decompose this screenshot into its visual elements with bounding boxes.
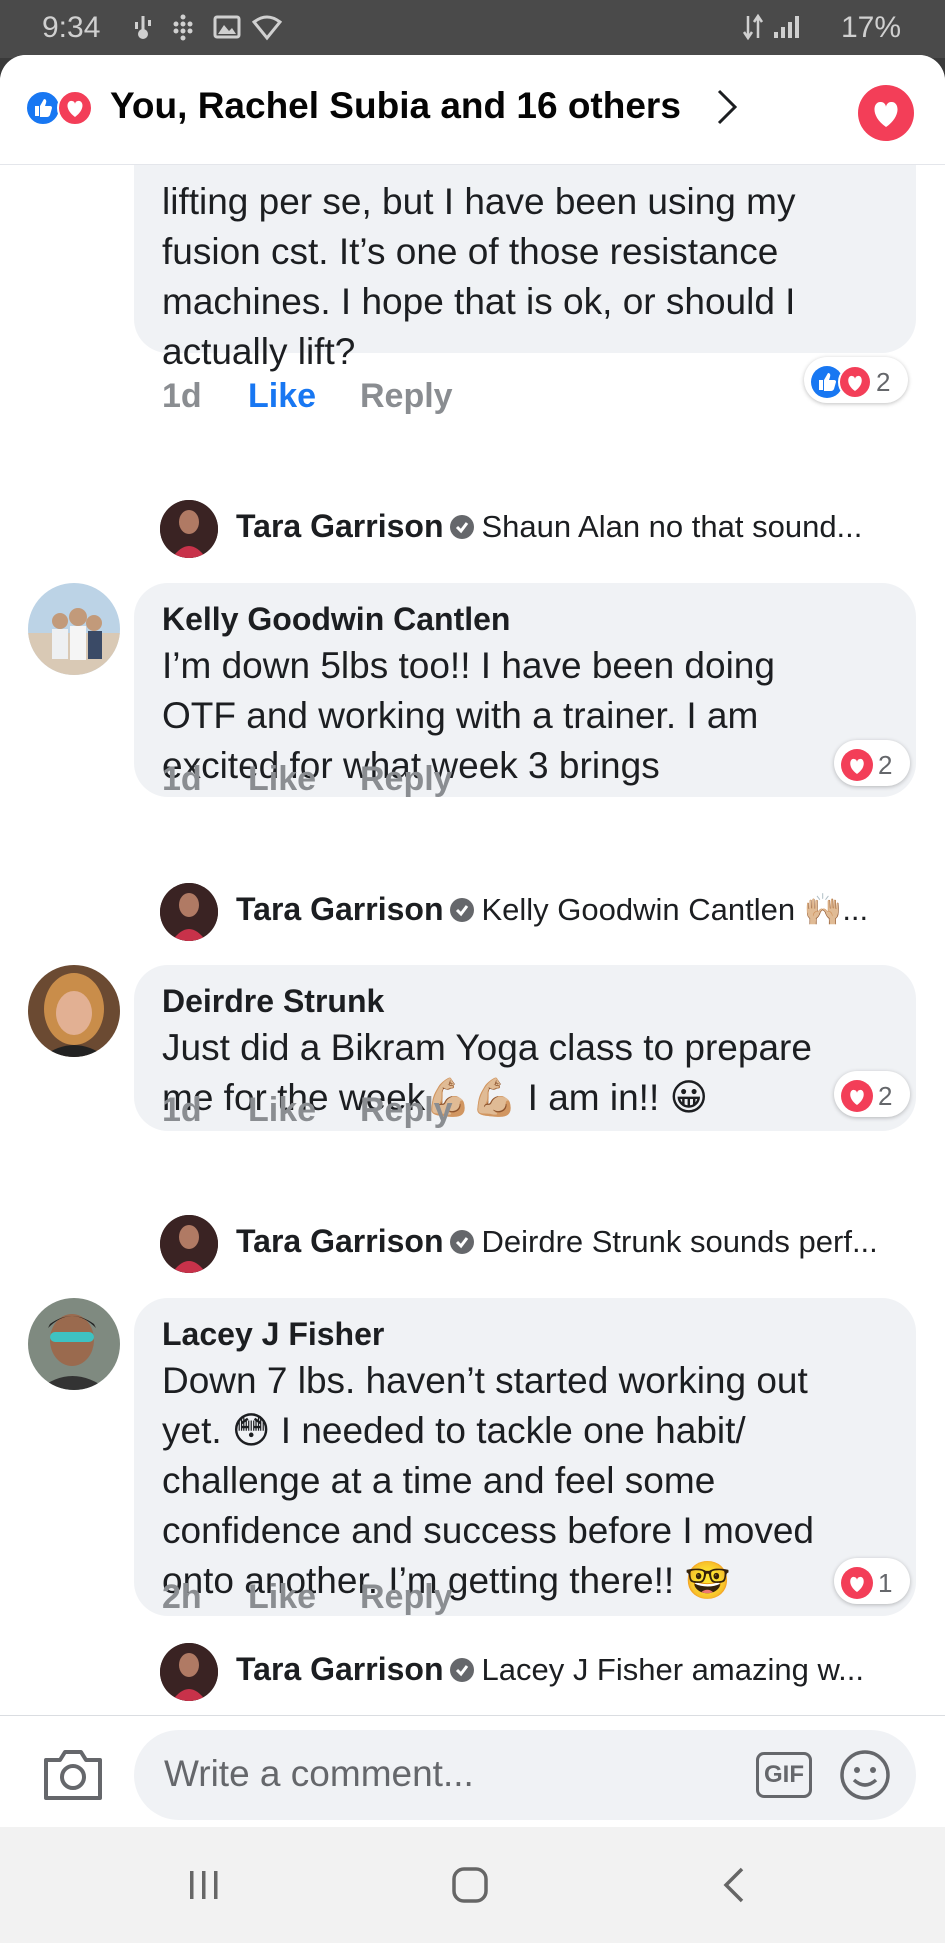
comment-text-line: Just did a Bikram Yoga class to prepare bbox=[162, 1027, 812, 1068]
reply-preview[interactable]: Tara Garrison Shaun Alan no that sound... bbox=[236, 508, 862, 545]
comment-composer: GIF bbox=[0, 1715, 945, 1827]
comment-author[interactable]: Lacey J Fisher bbox=[162, 1312, 890, 1356]
avatar[interactable] bbox=[160, 500, 218, 558]
comment-text-line: OTF and working with a trainer. I am bbox=[162, 695, 759, 736]
grid-dots-icon bbox=[173, 14, 193, 41]
like-button[interactable]: Like bbox=[248, 760, 316, 799]
recent-apps-icon[interactable] bbox=[180, 1861, 228, 1909]
status-time: 9:34 bbox=[42, 11, 101, 44]
home-icon[interactable] bbox=[446, 1861, 494, 1909]
reply-button[interactable]: Reply bbox=[360, 1578, 453, 1617]
comment-author[interactable]: Deirdre Strunk bbox=[162, 979, 890, 1023]
like-button[interactable]: Like bbox=[248, 1578, 316, 1617]
love-icon bbox=[838, 365, 872, 399]
comment-time: 1d bbox=[162, 377, 202, 415]
reply-preview[interactable]: Tara Garrison Lacey J Fisher amazing w... bbox=[236, 1651, 864, 1688]
reaction-count: 2 bbox=[878, 749, 893, 780]
chevron-right-icon[interactable] bbox=[714, 87, 740, 127]
back-icon[interactable] bbox=[712, 1861, 760, 1909]
signal-icon bbox=[774, 16, 799, 38]
android-nav-bar bbox=[0, 1827, 945, 1943]
reply-text: Deirdre Strunk sounds perf... bbox=[481, 1224, 878, 1259]
comment-bubble: Lacey J Fisher Down 7 lbs. haven’t start… bbox=[134, 1298, 916, 1616]
reply-author[interactable]: Tara Garrison bbox=[236, 508, 443, 544]
comment-text-line: challenge at a time and feel some bbox=[162, 1460, 716, 1501]
comment-time: 2h bbox=[162, 1578, 202, 1616]
comment-text-line: lifting per se, but I have been using my bbox=[162, 181, 796, 222]
like-icon bbox=[25, 90, 61, 126]
comment-box[interactable]: GIF bbox=[134, 1730, 916, 1820]
verified-badge-icon bbox=[450, 515, 475, 539]
reply-button[interactable]: Reply bbox=[360, 377, 453, 416]
heart-icon[interactable] bbox=[858, 85, 914, 141]
reply-author[interactable]: Tara Garrison bbox=[236, 1651, 443, 1687]
love-icon bbox=[841, 1080, 873, 1112]
reaction-count: 1 bbox=[878, 1567, 893, 1598]
love-icon bbox=[57, 90, 93, 126]
reply-text: Shaun Alan no that sound... bbox=[481, 509, 863, 544]
verified-badge-icon bbox=[450, 898, 475, 922]
reply-button[interactable]: Reply bbox=[360, 760, 453, 799]
smiley-icon[interactable] bbox=[838, 1748, 892, 1802]
reactions-summary-text[interactable]: You, Rachel Subia and 16 others bbox=[110, 85, 681, 127]
reaction-count: 2 bbox=[878, 1080, 893, 1111]
reply-text: Kelly Goodwin Cantlen 🙌🏼... bbox=[481, 892, 869, 927]
reaction-count-badge[interactable]: 2 bbox=[834, 1071, 910, 1117]
reply-author[interactable]: Tara Garrison bbox=[236, 891, 443, 927]
status-bar: 9:34 17% bbox=[0, 0, 945, 58]
love-icon bbox=[841, 749, 873, 781]
reply-text: Lacey J Fisher amazing w... bbox=[481, 1652, 864, 1687]
comment-author[interactable]: Kelly Goodwin Cantlen bbox=[162, 597, 890, 641]
comments-list[interactable]: lifting per se, but I have been using my… bbox=[0, 165, 945, 1715]
image-icon bbox=[213, 15, 241, 39]
comments-sheet: You, Rachel Subia and 16 others lifting … bbox=[0, 55, 945, 1943]
comment-text-line: fusion cst. It’s one of those resistance bbox=[162, 231, 779, 272]
reply-button[interactable]: Reply bbox=[360, 1091, 453, 1130]
comment-text-line: I’m down 5lbs too!! I have been doing bbox=[162, 645, 775, 686]
comment-input[interactable] bbox=[164, 1748, 724, 1800]
love-icon bbox=[841, 1567, 873, 1599]
like-button[interactable]: Like bbox=[248, 377, 316, 416]
avatar[interactable] bbox=[160, 883, 218, 941]
reaction-count-badge[interactable]: 1 bbox=[834, 1558, 910, 1604]
comment-time: 1d bbox=[162, 1091, 202, 1129]
avatar[interactable] bbox=[28, 583, 120, 675]
comment-text-line: actually lift? bbox=[162, 331, 356, 372]
reaction-count-badge[interactable]: 2 bbox=[804, 357, 908, 403]
avatar[interactable] bbox=[160, 1643, 218, 1701]
reaction-count-badge[interactable]: 2 bbox=[834, 740, 910, 786]
gif-button[interactable]: GIF bbox=[756, 1752, 812, 1798]
reply-author[interactable]: Tara Garrison bbox=[236, 1223, 443, 1259]
like-button[interactable]: Like bbox=[248, 1091, 316, 1130]
reaction-count: 2 bbox=[876, 366, 891, 397]
comment-text-line: machines. I hope that is ok, or should I bbox=[162, 281, 796, 322]
avatar[interactable] bbox=[160, 1215, 218, 1273]
comment-text-line: confidence and success before I moved bbox=[162, 1510, 814, 1551]
wifi-icon bbox=[252, 15, 282, 41]
avatar[interactable] bbox=[28, 1298, 120, 1390]
comment-text-line: yet. 😳 I needed to tackle one habit/ bbox=[162, 1410, 746, 1451]
usb-icon bbox=[135, 16, 151, 39]
reactions-summary-icons bbox=[25, 90, 93, 126]
verified-badge-icon bbox=[450, 1230, 475, 1254]
reply-preview[interactable]: Tara Garrison Kelly Goodwin Cantlen 🙌🏼... bbox=[236, 891, 868, 928]
battery-level: 17% bbox=[840, 11, 901, 44]
comment-time: 1d bbox=[162, 760, 202, 798]
avatar[interactable] bbox=[28, 965, 120, 1057]
reply-preview[interactable]: Tara Garrison Deirdre Strunk sounds perf.… bbox=[236, 1223, 878, 1260]
verified-badge-icon bbox=[450, 1658, 475, 1682]
comment-text-line: Down 7 lbs. haven’t started working out bbox=[162, 1360, 808, 1401]
reactions-header[interactable]: You, Rachel Subia and 16 others bbox=[0, 55, 945, 165]
data-transfer-icon bbox=[742, 13, 764, 41]
camera-icon[interactable] bbox=[42, 1746, 104, 1802]
comment-bubble: lifting per se, but I have been using my… bbox=[134, 165, 916, 372]
